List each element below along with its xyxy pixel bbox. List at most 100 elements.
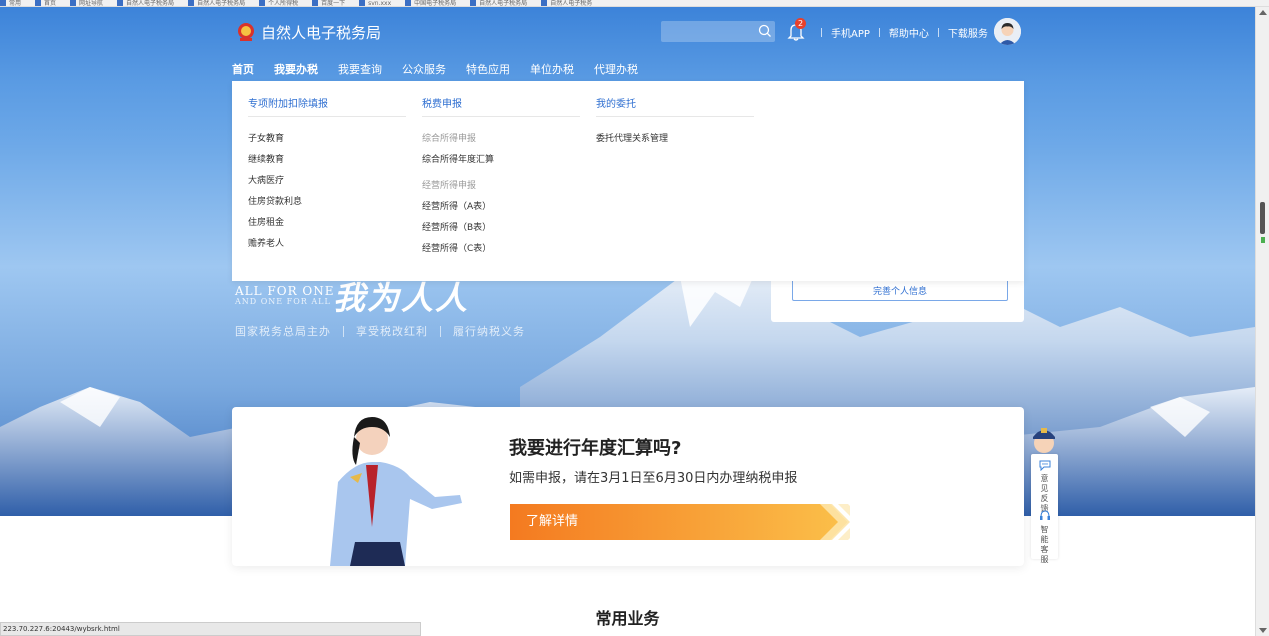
learn-more-button[interactable]: 了解详情 xyxy=(510,504,850,540)
scroll-up-arrow[interactable] xyxy=(1259,10,1267,15)
download-service-link[interactable]: 下载服务 xyxy=(948,25,988,40)
subtitle-item: 国家税务总局主办 xyxy=(235,325,331,338)
subtitle-divider xyxy=(440,325,441,337)
bookmark-favicon-icon xyxy=(0,0,6,6)
bookmark-label: 自然人电子税务局 xyxy=(479,0,528,7)
slogan-en-line1: ALL FOR ONE xyxy=(235,284,335,298)
chat-bubble-icon xyxy=(1039,460,1050,472)
menu-item[interactable]: 委托代理关系管理 xyxy=(596,131,668,144)
headset-icon xyxy=(1039,510,1050,520)
menu-item[interactable]: 经营所得（C表） xyxy=(422,241,491,254)
bookmark-favicon-icon xyxy=(541,0,548,6)
learn-more-label: 了解详情 xyxy=(526,514,579,529)
menu-heading[interactable]: 税费申报 xyxy=(422,95,580,117)
menu-group-label: 经营所得申报 xyxy=(422,181,477,191)
feedback-button[interactable]: 意见反馈 xyxy=(1031,460,1058,514)
banner-description: 如需申报，请在3月1日至6月30日内办理纳税申报 xyxy=(509,471,798,486)
help-center-link[interactable]: 帮助中心 xyxy=(889,25,929,40)
bookmark-label: 中国电子税务局 xyxy=(414,0,457,7)
bookmark-item[interactable]: 自然人电子税务 xyxy=(541,0,593,7)
bookmark-favicon-icon xyxy=(117,0,124,6)
national-emblem-icon xyxy=(238,23,254,41)
menu-item[interactable]: 赡养老人 xyxy=(248,236,284,249)
link-divider xyxy=(878,27,880,37)
menu-column-tax-declaration: 税费申报 综合所得申报 综合所得年度汇算 经营所得申报 经营所得（A表） 经营所… xyxy=(422,81,582,281)
top-header: 自然人电子税务局 2 手机APP 帮助中心 下载服务 首页 我要办税 我要查询 … xyxy=(0,7,1255,85)
bookmark-item[interactable]: svn.xxx xyxy=(359,0,392,7)
subtitle-item: 履行纳税义务 xyxy=(453,325,525,338)
smart-service-label: 智能客服 xyxy=(1040,525,1049,564)
scroll-down-arrow[interactable] xyxy=(1259,628,1267,633)
floating-service-panel: 意见反馈 智能客服 xyxy=(1031,454,1058,564)
notification-badge: 2 xyxy=(795,18,806,29)
search-box xyxy=(661,21,775,42)
bookmark-item[interactable]: 个人所得税 xyxy=(259,0,298,6)
bookmark-favicon-icon xyxy=(70,0,77,6)
user-avatar[interactable] xyxy=(994,18,1021,45)
browser-status-bar: 223.70.227.6:20443/wybsrk.html xyxy=(0,622,421,636)
bookmark-favicon-icon xyxy=(405,0,412,6)
menu-column-special-deduction: 专项附加扣除填报 子女教育 继续教育 大病医疗 住房贷款利息 住房租金 赡养老人 xyxy=(248,81,408,281)
bookmark-favicon-icon xyxy=(312,0,319,6)
feedback-label: 意见反馈 xyxy=(1040,474,1049,513)
bookmark-item[interactable]: 首页 xyxy=(35,0,57,7)
scroll-marker xyxy=(1261,237,1265,243)
banner-title: 我要进行年度汇算吗? xyxy=(509,438,682,459)
page-viewport: 自然人电子税务局 2 手机APP 帮助中心 下载服务 首页 我要办税 我要查询 … xyxy=(0,7,1255,636)
bookmark-label: svn.xxx xyxy=(368,0,392,7)
menu-item[interactable]: 综合所得年度汇算 xyxy=(422,152,494,165)
bookmark-favicon-icon xyxy=(359,0,366,6)
tax-officer-illustration xyxy=(330,417,462,566)
bookmark-label: 百度一下 xyxy=(321,0,346,7)
bookmark-item[interactable]: 自然人电子税务局 xyxy=(188,0,246,7)
scroll-thumb[interactable] xyxy=(1260,202,1265,234)
bookmark-item[interactable]: 自然人电子税务局 xyxy=(470,0,528,7)
top-links: 手机APP 帮助中心 下载服务 xyxy=(812,24,988,40)
menu-item[interactable]: 子女教育 xyxy=(248,131,284,144)
hero-subtitle: 国家税务总局主办 享受税改红利 履行纳税义务 xyxy=(235,323,525,339)
bookmark-label: 自然人电子税务局 xyxy=(126,0,175,7)
bookmark-label: 自然人电子税务 xyxy=(550,0,593,7)
menu-group-label: 综合所得申报 xyxy=(422,134,477,144)
link-divider xyxy=(821,27,822,37)
bookmark-label: 首页 xyxy=(44,0,57,7)
vertical-scrollbar[interactable] xyxy=(1255,7,1269,636)
bookmark-favicon-icon xyxy=(470,0,477,6)
bookmark-item[interactable]: 自然人电子税务局 xyxy=(117,0,175,7)
bookmark-label: 自然人电子税务局 xyxy=(197,0,246,7)
bookmark-favicon-icon xyxy=(35,0,42,6)
bookmark-item[interactable]: 网址导航 xyxy=(70,0,104,7)
site-logo[interactable]: 自然人电子税务局 xyxy=(235,21,381,43)
bookmark-label: 常用 xyxy=(9,0,22,7)
bookmark-item[interactable]: 中国电子税务局 xyxy=(405,0,457,7)
menu-item[interactable]: 住房贷款利息 xyxy=(248,194,302,207)
smart-service-button[interactable]: 智能客服 xyxy=(1031,510,1058,565)
bookmark-favicon-icon xyxy=(259,0,266,6)
subtitle-divider xyxy=(343,325,344,337)
menu-item[interactable]: 继续教育 xyxy=(248,152,284,165)
bookmark-item[interactable]: 百度一下 xyxy=(312,0,346,7)
avatar-icon xyxy=(994,18,1021,45)
tax-handling-dropdown: 专项附加扣除填报 子女教育 继续教育 大病医疗 住房贷款利息 住房租金 赡养老人… xyxy=(232,81,1024,281)
bookmarks-bar: 常用 首页 网址导航 自然人电子税务局 自然人电子税务局 个人所得税 百度一下 svn.xxx… xyxy=(0,0,1269,7)
mobile-app-link[interactable]: 手机APP xyxy=(831,25,870,40)
slogan-en-line2: AND ONE FOR ALL xyxy=(235,297,331,306)
search-input[interactable] xyxy=(661,21,753,42)
bookmark-label: 网址导航 xyxy=(79,0,104,7)
menu-item[interactable]: 经营所得（A表） xyxy=(422,199,491,212)
menu-heading[interactable]: 我的委托 xyxy=(596,95,754,117)
complete-profile-button[interactable]: 完善个人信息 xyxy=(792,279,1008,301)
menu-column-my-delegation: 我的委托 委托代理关系管理 xyxy=(596,81,756,281)
menu-item[interactable]: 住房租金 xyxy=(248,215,284,228)
link-divider xyxy=(937,27,939,37)
subtitle-item: 享受税改红利 xyxy=(356,325,428,338)
search-icon[interactable] xyxy=(757,23,773,39)
menu-item[interactable]: 大病医疗 xyxy=(248,173,284,186)
menu-heading[interactable]: 专项附加扣除填报 xyxy=(248,95,406,117)
bookmark-item[interactable]: 常用 xyxy=(0,0,22,7)
site-title: 自然人电子税务局 xyxy=(261,23,382,42)
bookmark-favicon-icon xyxy=(188,0,195,6)
menu-item[interactable]: 经营所得（B表） xyxy=(422,220,491,233)
annual-settlement-banner: 我要进行年度汇算吗? 如需申报，请在3月1日至6月30日内办理纳税申报 了解详情 xyxy=(232,407,1024,566)
notification-bell[interactable]: 2 xyxy=(787,18,806,42)
